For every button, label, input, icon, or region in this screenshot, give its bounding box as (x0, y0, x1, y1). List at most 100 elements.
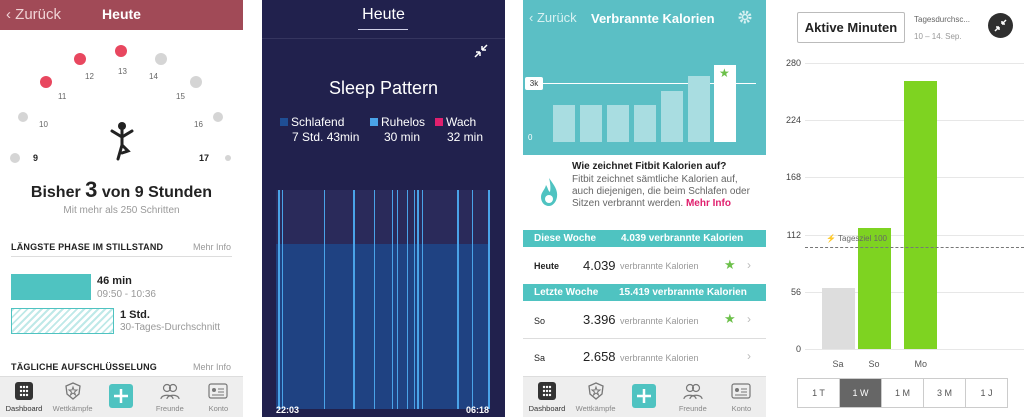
chevron-right-icon[interactable]: › (747, 258, 751, 272)
hour-dot (190, 76, 202, 88)
sleep-chart (276, 190, 490, 409)
hour-dot (115, 45, 127, 57)
hour-label: 14 (149, 72, 158, 81)
more-info-link[interactable]: Mehr Info (193, 362, 231, 372)
title-underline (358, 29, 408, 30)
y-tick-label: 168 (785, 172, 801, 183)
tab-freunde[interactable]: Freunde (146, 377, 194, 417)
flame-icon (541, 178, 558, 206)
tab-wettkaempfe[interactable]: Wettkämpfe (49, 377, 97, 417)
week-header: Diese Woche 4.039 verbrannte Kalorien (523, 230, 766, 247)
header-bar: ‹ Zurück Heute (0, 0, 243, 30)
range-1m[interactable]: 1 M (881, 378, 924, 408)
collapse-icon (994, 19, 1007, 32)
tab-freunde[interactable]: Freunde (669, 377, 717, 417)
gear-icon[interactable] (737, 9, 753, 25)
x-tick-label: Sa (832, 359, 844, 369)
hour-label: 10 (39, 120, 48, 129)
hour-dot (155, 53, 167, 65)
tab-dashboard[interactable]: Dashboard (523, 377, 571, 417)
tab-label: Konto (731, 404, 752, 413)
tab-dashboard[interactable]: Dashboard (0, 377, 48, 417)
badge-icon (64, 382, 81, 400)
calories-screen: ‹ Zurück Verbrannte Kalorien 3k 0 ★ Wie … (523, 0, 766, 417)
row-value: 3.396 (583, 312, 616, 327)
hour-dot (40, 76, 52, 88)
row-unit: verbrannte Kalorien (620, 316, 699, 326)
tab-wettkaempfe[interactable]: Wettkämpfe (572, 377, 620, 417)
y-tick-label: 280 (785, 58, 801, 68)
more-info-link[interactable]: Mehr Info (193, 242, 231, 252)
x-tick-label: Mo (914, 359, 928, 369)
y-tick-label: 0 (795, 344, 801, 354)
average-label: 30-Tages-Durchschnitt (120, 322, 221, 333)
stick-figure-icon (110, 122, 134, 161)
chevron-right-icon[interactable]: › (747, 312, 751, 326)
hour-dot (18, 112, 28, 122)
longest-phase-value: 46 min (97, 275, 132, 287)
tab-label: Konto (208, 404, 229, 413)
range-1t[interactable]: 1 T (797, 378, 840, 408)
restless-value: 30 min (384, 130, 421, 144)
page-title: Verbrannte Kalorien (591, 11, 715, 26)
tab-bar: Dashboard Wettkämpfe Freunde Konto (523, 376, 766, 417)
dashboard-icon (15, 382, 33, 400)
more-info-link[interactable]: Mehr Info (686, 198, 731, 209)
tab-label: Wettkämpfe (575, 404, 616, 413)
restless-mark (324, 190, 325, 409)
awake-value: 32 min (447, 130, 484, 144)
calorie-bar (553, 105, 575, 142)
hour-label: 17 (199, 153, 210, 163)
end-time: 06:18 (466, 405, 490, 415)
tab-add[interactable] (97, 377, 145, 417)
restless-mark (278, 190, 280, 409)
tab-konto[interactable]: Konto (194, 377, 242, 417)
active-minutes-screen: Aktive Minuten Tagesdurchsc... 10 – 14. … (785, 0, 1024, 417)
average-value: 1 Std. (120, 309, 150, 321)
calories-header: ‹ Zurück Verbrannte Kalorien 3k 0 ★ (523, 0, 766, 155)
add-icon (632, 384, 657, 408)
restless-mark (417, 190, 419, 409)
section-heading: TÄGLICHE AUFSCHLÜSSELUNG (11, 362, 157, 372)
hour-dot (74, 53, 86, 65)
collapse-icon[interactable] (473, 43, 489, 59)
range-1j[interactable]: 1 J (965, 378, 1008, 408)
restless-mark (392, 190, 393, 409)
x-tick-label: So (868, 359, 880, 369)
info-title: Wie zeichnet Fitbit Kalorien auf? (572, 161, 727, 172)
legend-restless: Ruhelos (370, 115, 425, 129)
row-value: 4.039 (583, 258, 616, 273)
friends-icon (683, 383, 703, 400)
tab-konto[interactable]: Konto (717, 377, 765, 417)
metric-button[interactable]: Aktive Minuten (797, 12, 905, 43)
calorie-bar (634, 105, 656, 142)
bar-sa (822, 287, 855, 349)
collapse-button[interactable] (988, 13, 1013, 38)
gridline (805, 63, 1024, 64)
hour-label: 9 (33, 153, 39, 163)
hour-label: 11 (58, 92, 67, 101)
range-1w[interactable]: 1 W (839, 378, 882, 408)
account-icon (731, 383, 751, 399)
calorie-bar (688, 76, 710, 142)
hour-dot (213, 112, 223, 122)
restless-mark (282, 190, 283, 409)
dashboard-icon (538, 382, 556, 400)
hour-label: 12 (85, 72, 94, 81)
row-value: 2.658 (583, 349, 616, 364)
hours-summary: Bisher 3 von 9 Stunden (30, 177, 213, 202)
chevron-right-icon[interactable]: › (747, 349, 751, 363)
chart-title: Sleep Pattern (328, 78, 439, 98)
calorie-bar (661, 91, 683, 142)
y-tick-label: 56 (790, 286, 801, 297)
section-heading: LÄNGSTE PHASE IM STILLSTAND (11, 242, 164, 252)
tab-add[interactable] (620, 377, 668, 417)
restless-mark (353, 190, 355, 409)
back-button[interactable]: ‹ Zurück (529, 10, 577, 25)
range-3m[interactable]: 3 M (923, 378, 966, 408)
goal-line (805, 247, 1024, 248)
hourly-activity-screen: ‹ Zurück Heute 9 10 11 12 13 14 15 16 17 Bisher … (0, 0, 243, 417)
tab-label: Freunde (155, 404, 184, 413)
hours-count: 3 (85, 177, 98, 202)
tab-label: Dashboard (528, 404, 566, 413)
